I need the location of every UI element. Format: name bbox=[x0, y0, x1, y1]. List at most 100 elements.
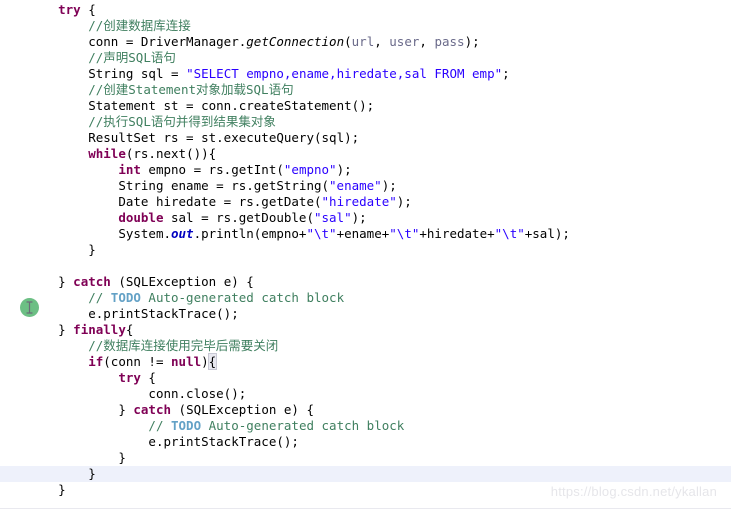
code-token-plain: ( bbox=[344, 34, 352, 49]
code-token-plain: +ename+ bbox=[336, 226, 390, 241]
code-token-str: "\t" bbox=[494, 226, 525, 241]
code-line[interactable]: } bbox=[0, 466, 731, 482]
code-line[interactable]: // TODO Auto-generated catch block bbox=[0, 290, 731, 306]
code-token-plain: , bbox=[419, 34, 435, 49]
code-token-plain: } bbox=[58, 322, 74, 337]
code-token-cmt: //创建Statement对象加载SQL语句 bbox=[88, 82, 294, 97]
code-line[interactable]: //创建Statement对象加载SQL语句 bbox=[0, 82, 731, 98]
code-token-plain: } bbox=[118, 450, 126, 465]
code-token-cmt: // bbox=[148, 418, 171, 433]
code-token-plain: { bbox=[125, 322, 134, 337]
code-line[interactable]: } bbox=[0, 242, 731, 258]
code-line[interactable]: // TODO Auto-generated catch block bbox=[0, 418, 731, 434]
code-line[interactable]: ​ bbox=[0, 258, 731, 274]
code-line[interactable]: //执行SQL语句并得到结果集对象 bbox=[0, 114, 731, 130]
code-line[interactable]: Date hiredate = rs.getDate("hiredate"); bbox=[0, 194, 731, 210]
code-token-todo: TODO bbox=[171, 418, 202, 433]
code-token-plain: String sql = bbox=[88, 66, 187, 81]
code-line[interactable]: } bbox=[0, 450, 731, 466]
code-line[interactable]: } catch (SQLException e) { bbox=[0, 274, 731, 290]
code-line[interactable]: conn = DriverManager.getConnection(url, … bbox=[0, 34, 731, 50]
code-line[interactable]: try { bbox=[0, 370, 731, 386]
code-token-kw: if bbox=[88, 354, 104, 369]
text-cursor-marker-icon bbox=[20, 298, 39, 317]
code-token-kw: while bbox=[88, 146, 126, 161]
code-token-plain: ResultSet rs = st.executeQuery(sql); bbox=[88, 130, 360, 145]
code-token-plain: e.printStackTrace(); bbox=[148, 434, 299, 449]
code-line[interactable]: } finally{ bbox=[0, 322, 731, 338]
code-token-plain: (SQLException e) { bbox=[171, 402, 315, 417]
code-token-param: pass bbox=[434, 34, 465, 49]
code-token-kw: try bbox=[58, 2, 81, 17]
code-token-plain: (conn != bbox=[103, 354, 172, 369]
code-token-str: "\t" bbox=[306, 226, 337, 241]
code-token-plain: +sal); bbox=[524, 226, 570, 241]
code-token-cmt: //创建数据库连接 bbox=[88, 18, 191, 33]
code-line[interactable]: ResultSet rs = st.executeQuery(sql); bbox=[0, 130, 731, 146]
code-token-plain: , bbox=[374, 34, 390, 49]
code-line[interactable]: int empno = rs.getInt("empno"); bbox=[0, 162, 731, 178]
code-line[interactable]: e.printStackTrace(); bbox=[0, 434, 731, 450]
code-line[interactable]: String ename = rs.getString("ename"); bbox=[0, 178, 731, 194]
watermark-url: https://blog.csdn.net/ykallan bbox=[550, 484, 717, 499]
code-token-plain: String ename = rs.getString( bbox=[118, 178, 330, 193]
code-token-kw: double bbox=[118, 210, 164, 225]
code-line[interactable]: double sal = rs.getDouble("sal"); bbox=[0, 210, 731, 226]
code-line[interactable]: //数据库连接使用完毕后需要关闭 bbox=[0, 338, 731, 354]
code-token-plain: { bbox=[80, 2, 96, 17]
code-token-plain: (rs.next()){ bbox=[125, 146, 217, 161]
code-token-statf: out bbox=[171, 226, 194, 241]
code-token-plain: System. bbox=[118, 226, 171, 241]
code-token-str: "\t" bbox=[389, 226, 420, 241]
code-token-cmt: //数据库连接使用完毕后需要关闭 bbox=[88, 338, 279, 353]
code-line[interactable]: Statement st = conn.createStatement(); bbox=[0, 98, 731, 114]
code-line[interactable]: try { bbox=[0, 2, 731, 18]
code-line[interactable]: while(rs.next()){ bbox=[0, 146, 731, 162]
code-line[interactable]: //创建数据库连接 bbox=[0, 18, 731, 34]
code-line[interactable]: e.printStackTrace(); bbox=[0, 306, 731, 322]
code-token-param: url bbox=[351, 34, 375, 49]
code-token-plain: conn.close(); bbox=[148, 386, 247, 401]
code-token-cmt: Auto-generated catch block bbox=[140, 290, 345, 305]
code-line[interactable]: System.out.println(empno+"\t"+ename+"\t"… bbox=[0, 226, 731, 242]
code-editor[interactable]: try { //创建数据库连接 conn = DriverManager.get… bbox=[0, 0, 731, 505]
code-token-kw: null bbox=[171, 354, 202, 369]
code-token-cmt: // bbox=[88, 290, 111, 305]
code-token-cmt: //声明SQL语句 bbox=[88, 50, 176, 65]
code-token-kw: finally bbox=[73, 322, 126, 337]
code-line[interactable]: conn.close(); bbox=[0, 386, 731, 402]
code-token-plain: ; bbox=[502, 66, 510, 81]
code-token-param: user bbox=[389, 34, 420, 49]
code-token-plain: +hiredate+ bbox=[419, 226, 495, 241]
code-token-todo: TODO bbox=[110, 290, 141, 305]
code-line[interactable]: } catch (SQLException e) { bbox=[0, 402, 731, 418]
code-token-plain: } bbox=[88, 242, 96, 257]
code-token-plain: conn = DriverManager. bbox=[88, 34, 247, 49]
code-line[interactable]: //声明SQL语句 bbox=[0, 50, 731, 66]
code-lines-container[interactable]: try { //创建数据库连接 conn = DriverManager.get… bbox=[0, 2, 731, 498]
code-token-plain: Statement st = conn.createStatement(); bbox=[88, 98, 375, 113]
code-line[interactable]: String sql = "SELECT empno,ename,hiredat… bbox=[0, 66, 731, 82]
code-token-plain: (SQLException e) { bbox=[110, 274, 254, 289]
code-token-brk: { bbox=[207, 353, 218, 370]
code-editor-screenshot: try { //创建数据库连接 conn = DriverManager.get… bbox=[0, 0, 731, 517]
code-line[interactable]: if(conn != null){ bbox=[0, 353, 731, 370]
bottom-strip bbox=[0, 509, 731, 517]
